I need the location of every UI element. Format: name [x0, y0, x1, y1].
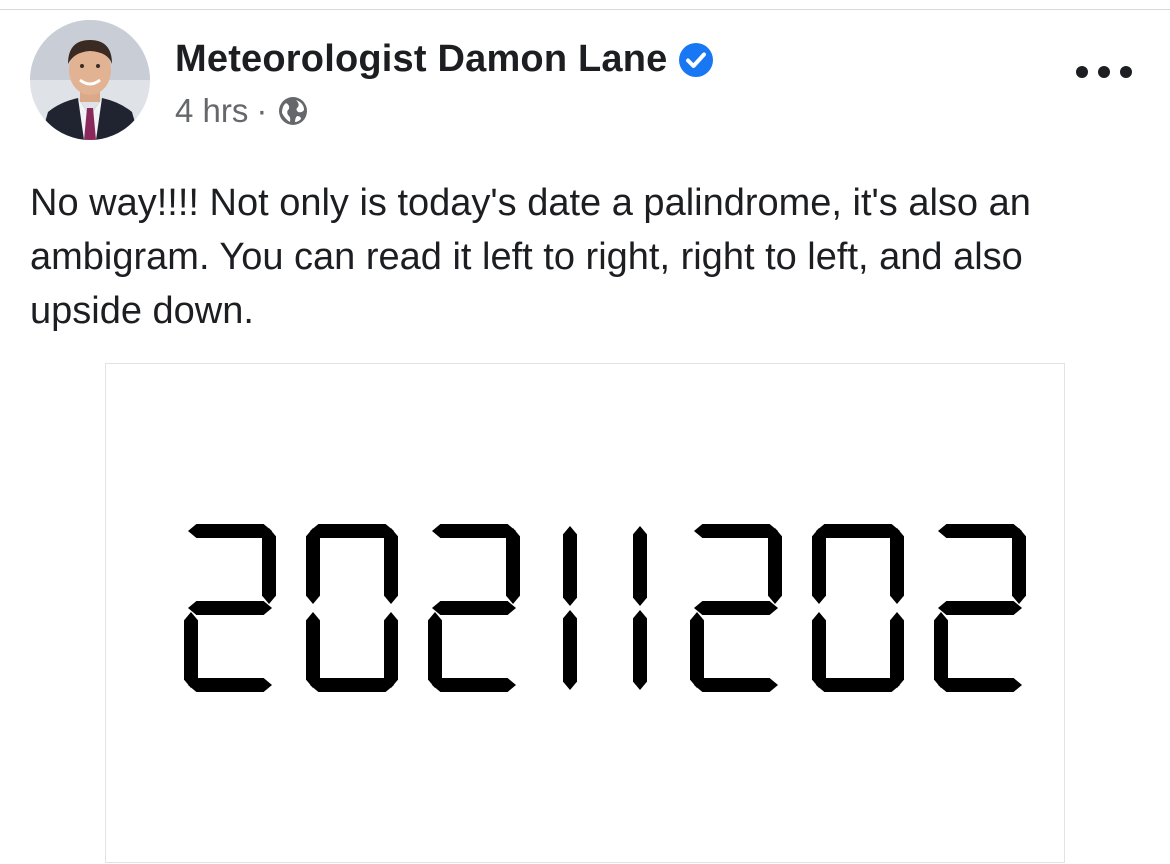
digit-segment	[938, 524, 1022, 538]
post-image[interactable]	[105, 363, 1065, 863]
digit-segment	[384, 528, 398, 604]
digit-segment	[890, 612, 904, 688]
digit-segment	[432, 524, 516, 538]
digit-segment	[432, 601, 516, 615]
digit-segment	[188, 678, 272, 692]
digit-segment	[694, 601, 778, 615]
seven-segment-date-display	[184, 524, 1026, 692]
digit-segment	[694, 524, 778, 538]
digit-segment	[768, 528, 782, 604]
digit-segment	[306, 612, 320, 688]
digit-segment	[188, 524, 272, 538]
digit-segment	[694, 678, 778, 692]
post-meta: 4 hrs ·	[175, 92, 309, 130]
digit-segment	[506, 528, 520, 604]
digit-segment	[690, 612, 704, 688]
post-text: No way!!!! Not only is today's date a pa…	[30, 182, 1031, 332]
top-divider	[0, 0, 1170, 10]
digit-segment	[384, 612, 398, 688]
digit-segment	[812, 528, 826, 604]
digit-segment	[310, 524, 394, 538]
digit-segment	[633, 526, 647, 606]
digit-segment	[262, 528, 276, 604]
digit-segment	[816, 524, 900, 538]
digit-segment	[633, 610, 647, 690]
digit-segment	[812, 612, 826, 688]
display-digits	[184, 524, 1026, 692]
digit-segment	[563, 610, 577, 690]
digit-segment	[1012, 528, 1026, 604]
more-dot	[1098, 66, 1110, 78]
digit-segment	[934, 612, 948, 688]
more-dot	[1120, 66, 1132, 78]
digit-segment	[938, 678, 1022, 692]
digit-segment	[306, 528, 320, 604]
digit-segment	[563, 526, 577, 606]
digit-segment	[310, 678, 394, 692]
globe-icon[interactable]	[277, 95, 309, 127]
digit-segment	[938, 601, 1022, 615]
digit-segment	[432, 678, 516, 692]
digit-segment	[428, 612, 442, 688]
digit-segment	[890, 528, 904, 604]
verified-badge-icon	[678, 42, 713, 77]
meta-separator: ·	[256, 92, 268, 129]
digit-segment	[184, 612, 198, 688]
author-avatar[interactable]	[30, 20, 150, 140]
digit-segment	[816, 678, 900, 692]
post-timestamp[interactable]: 4 hrs	[175, 92, 248, 130]
author-name[interactable]: Meteorologist Damon Lane	[175, 38, 668, 81]
avatar-photo	[30, 20, 150, 140]
more-options-icon[interactable]	[1076, 55, 1132, 89]
author-row: Meteorologist Damon Lane	[175, 38, 714, 81]
digit-segment	[188, 601, 272, 615]
more-dot	[1076, 66, 1088, 78]
